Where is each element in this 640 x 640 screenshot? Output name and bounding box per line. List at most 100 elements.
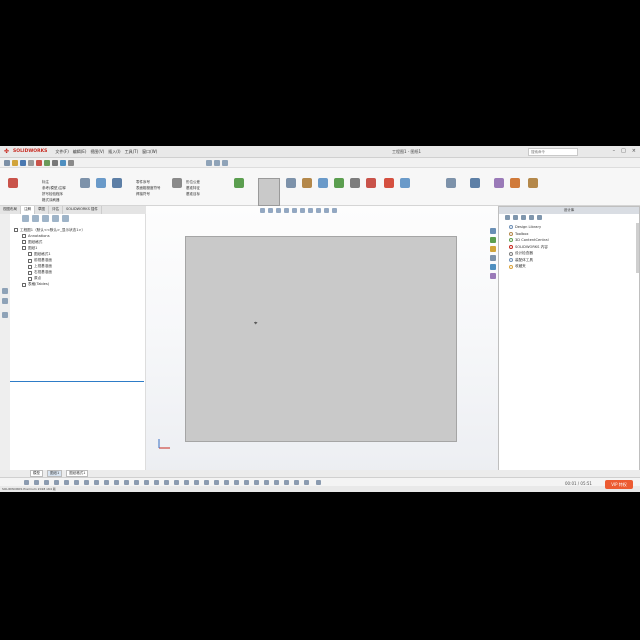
grid-icon[interactable] xyxy=(184,480,189,485)
layer-visibility-icon[interactable] xyxy=(204,480,209,485)
stop-icon[interactable] xyxy=(384,178,394,188)
picture-icon[interactable] xyxy=(224,480,229,485)
configuration-manager-icon[interactable] xyxy=(42,215,49,222)
cosmetic-thread-icon[interactable] xyxy=(400,178,410,188)
hide-show-items-icon[interactable] xyxy=(308,208,313,213)
line-icon[interactable] xyxy=(24,480,29,485)
center-mark-icon[interactable] xyxy=(234,178,244,188)
list-item[interactable]: Toolbox xyxy=(509,231,639,238)
tab-annotation[interactable]: 注解 xyxy=(21,206,35,214)
graphics-area[interactable]: ⌖ xyxy=(146,206,498,476)
file-explorer-icon[interactable] xyxy=(490,246,496,252)
tab-view-layout[interactable]: 视图布局 xyxy=(0,206,21,214)
options-icon[interactable] xyxy=(68,160,74,166)
menu-insert[interactable]: 插入(I) xyxy=(108,149,120,155)
magnetic-line-icon[interactable] xyxy=(334,178,344,188)
dimxpert-icon[interactable] xyxy=(494,178,504,188)
tab-model[interactable]: 模型 xyxy=(30,470,43,477)
save-icon[interactable] xyxy=(20,160,26,166)
search-commands-input[interactable] xyxy=(528,148,578,156)
trim-icon[interactable] xyxy=(94,480,99,485)
select-icon[interactable] xyxy=(52,160,58,166)
mirror-icon[interactable] xyxy=(114,480,119,485)
appearances-icon[interactable] xyxy=(490,264,496,270)
dimension-icon[interactable] xyxy=(174,480,179,485)
centerline-sketch-icon[interactable] xyxy=(234,480,239,485)
layer-icon[interactable] xyxy=(214,160,220,166)
weld-symbol-label[interactable]: 焊接符号 xyxy=(136,192,150,197)
task-pane-scrollbar[interactable] xyxy=(636,223,639,273)
tolerance-icon[interactable] xyxy=(510,178,520,188)
view-palette-icon[interactable] xyxy=(446,178,456,188)
undo-icon[interactable] xyxy=(36,160,42,166)
close-button[interactable]: × xyxy=(632,148,636,154)
menu-view[interactable]: 视图(V) xyxy=(90,149,104,155)
rectangle-icon[interactable] xyxy=(34,480,39,485)
view-orientation-icon[interactable] xyxy=(292,208,297,213)
area-hatch-icon[interactable] xyxy=(302,178,312,188)
list-item[interactable]: SOLIDWORKS 内容 xyxy=(509,244,639,251)
list-item[interactable]: 3D ContentCentral xyxy=(509,237,639,244)
model-items-label[interactable]: 参考(模型)注释 xyxy=(42,186,66,191)
geometric-tolerance-label[interactable]: 形位公差 xyxy=(186,180,200,185)
rebuild-icon[interactable] xyxy=(60,160,66,166)
rotate-icon[interactable] xyxy=(294,480,299,485)
block-insert-icon[interactable] xyxy=(214,480,219,485)
layer-toggle-icon[interactable] xyxy=(2,288,8,294)
extend-icon[interactable] xyxy=(264,480,269,485)
list-item[interactable]: 收藏夹 xyxy=(509,264,639,271)
add-location-icon[interactable] xyxy=(521,215,526,220)
tab-sketch[interactable]: 草图 xyxy=(35,206,49,214)
menu-edit[interactable]: 编辑(E) xyxy=(73,149,87,155)
list-item[interactable]: 设计检查器 xyxy=(509,250,639,257)
smart-dimension-label[interactable]: 标注 xyxy=(42,180,49,185)
revision-cloud-icon[interactable] xyxy=(286,178,296,188)
redo-icon[interactable] xyxy=(44,160,50,166)
custom-properties-icon[interactable] xyxy=(490,273,496,279)
dimxpert-manager-icon[interactable] xyxy=(52,215,59,222)
sketch-fillet-icon[interactable] xyxy=(254,480,259,485)
tab-sheet1[interactable]: 图纸1 xyxy=(47,470,63,477)
refresh-icon[interactable] xyxy=(537,215,542,220)
tab-evaluate[interactable]: 评估 xyxy=(49,206,63,214)
apply-scene-icon[interactable] xyxy=(324,208,329,213)
balloon-icon[interactable] xyxy=(112,178,122,188)
zoom-to-fit-icon[interactable] xyxy=(260,208,265,213)
block-icon[interactable] xyxy=(318,178,328,188)
table-tool-highlight[interactable] xyxy=(258,178,280,206)
maximize-button[interactable]: □ xyxy=(621,148,626,154)
sheet-icon[interactable] xyxy=(2,312,8,318)
tab-addins[interactable]: SOLIDWORKS 插件 xyxy=(63,206,102,214)
relations-icon[interactable] xyxy=(164,480,169,485)
tab-sheet-format1[interactable]: 图纸格式1 xyxy=(66,470,89,477)
menu-file[interactable]: 文件(F) xyxy=(55,149,68,155)
revision-symbol-icon[interactable] xyxy=(366,178,376,188)
note-icon[interactable] xyxy=(80,178,90,188)
arc-icon[interactable] xyxy=(54,480,59,485)
edit-appearance-icon[interactable] xyxy=(316,208,321,213)
linear-note-pattern-icon[interactable] xyxy=(96,178,106,188)
list-item[interactable]: Design Library xyxy=(509,224,639,231)
more-tools-icon[interactable] xyxy=(316,480,321,485)
surface-finish-label[interactable]: 表面粗糙度符号 xyxy=(136,186,161,191)
spell-checker-label[interactable]: 拼写检验程序 xyxy=(42,192,63,197)
menu-window[interactable]: 窗口(W) xyxy=(142,149,157,155)
annotation-icon[interactable] xyxy=(470,178,480,188)
zoom-to-area-icon[interactable] xyxy=(268,208,273,213)
minimize-button[interactable]: – xyxy=(613,148,616,154)
print-icon[interactable] xyxy=(28,160,34,166)
hide-show-icon[interactable] xyxy=(2,298,8,304)
menu-tools[interactable]: 工具(T) xyxy=(125,149,139,155)
balloon-label[interactable]: 零件序号 xyxy=(136,180,150,185)
offset-icon[interactable] xyxy=(104,480,109,485)
open-icon[interactable] xyxy=(12,160,18,166)
previous-view-icon[interactable] xyxy=(276,208,281,213)
construction-icon[interactable] xyxy=(244,480,249,485)
design-library-icon[interactable] xyxy=(490,237,496,243)
move-icon[interactable] xyxy=(134,480,139,485)
point-icon[interactable] xyxy=(74,480,79,485)
list-item[interactable]: 装配体工具 xyxy=(509,257,639,264)
rollback-bar[interactable] xyxy=(10,381,144,382)
property-manager-icon[interactable] xyxy=(32,215,39,222)
feature-manager-icon[interactable] xyxy=(22,215,29,222)
